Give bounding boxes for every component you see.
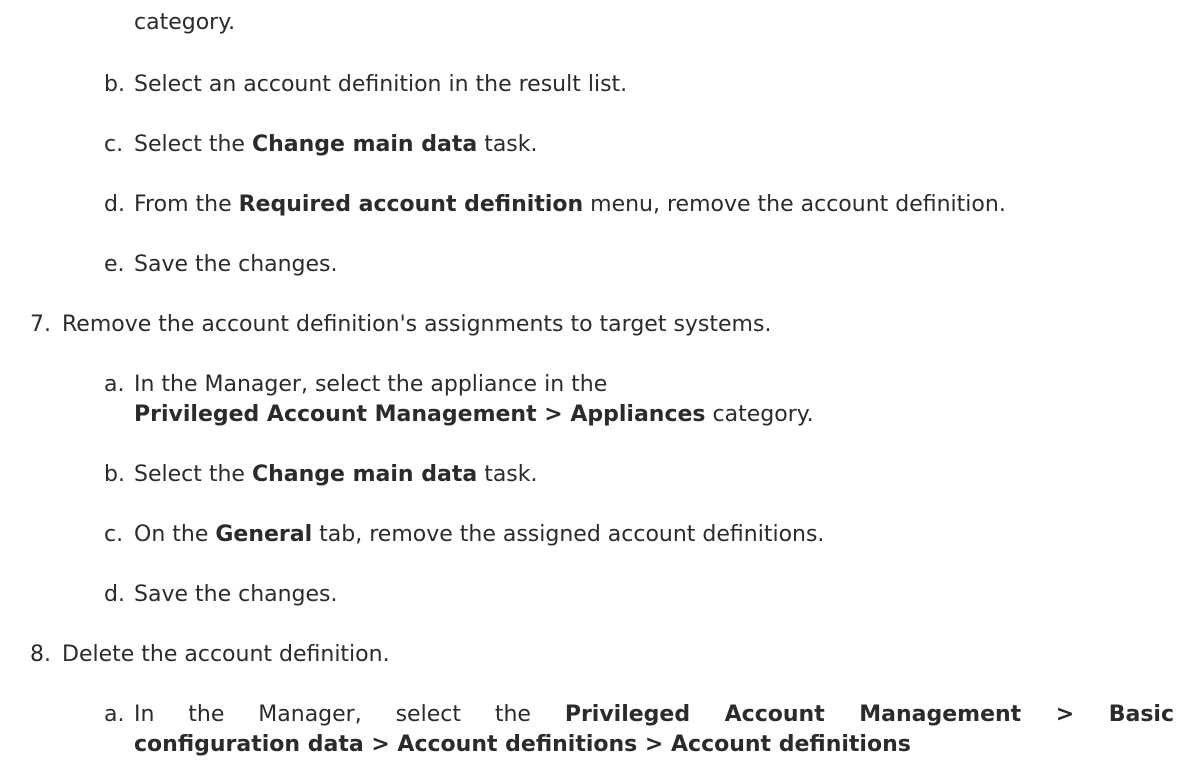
step6b-text: Select an account definition in the resu… xyxy=(134,72,628,97)
step7-text: Remove the account definition's assignme… xyxy=(62,312,772,337)
step6e-text: Save the changes. xyxy=(134,252,338,277)
step8-text: Delete the account definition. xyxy=(62,642,390,667)
list-marker: 7. xyxy=(30,312,51,337)
step6c-text: Select the Change main data task. xyxy=(134,132,538,157)
bold-term: Change main data xyxy=(251,132,478,157)
step8a-line2: configuration data > Account definitions… xyxy=(134,730,911,760)
list-marker: b. xyxy=(104,462,125,487)
list-marker: e. xyxy=(104,252,125,277)
step6d-text: From the Required account definition men… xyxy=(134,192,1006,217)
bold-term: Change main data xyxy=(251,462,478,487)
list-marker: b. xyxy=(104,72,125,97)
bold-term: Privileged Account Management > Basic xyxy=(564,702,1175,727)
bold-term: General xyxy=(215,522,313,547)
list-marker: a. xyxy=(104,702,125,727)
bold-term: Privileged Account Management > Applianc… xyxy=(134,402,706,427)
step7c-text: On the General tab, remove the assigned … xyxy=(134,522,825,547)
bold-term: Required account definition xyxy=(238,192,584,217)
list-marker: 8. xyxy=(30,642,51,667)
step7a-line1: In the Manager, select the appliance in … xyxy=(134,372,608,397)
list-marker: d. xyxy=(104,582,125,607)
step8a-line1: In the Manager, select the Privileged Ac… xyxy=(134,702,1175,727)
step7b-text: Select the Change main data task. xyxy=(134,462,538,487)
list-marker: c. xyxy=(104,132,124,157)
step7d-text: Save the changes. xyxy=(134,582,338,607)
list-marker: a. xyxy=(104,372,125,397)
list-marker: d. xyxy=(104,192,125,217)
step7a-line2: Privileged Account Management > Applianc… xyxy=(134,402,814,427)
bold-term: configuration data > Account definitions… xyxy=(134,732,911,757)
step6-tail: category. xyxy=(134,10,236,35)
list-marker: c. xyxy=(104,522,124,547)
